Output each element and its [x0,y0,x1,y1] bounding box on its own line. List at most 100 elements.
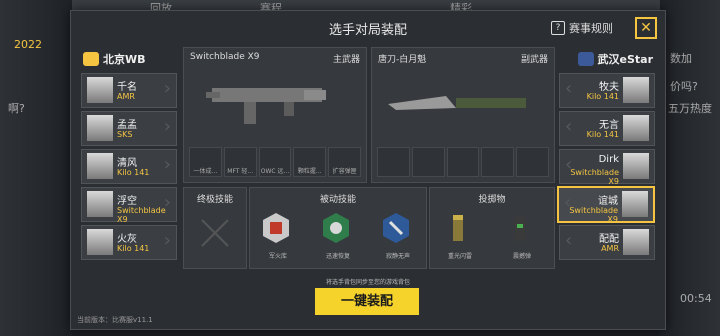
player-name: 谊城 [598,196,618,207]
bg-note-1: 价吗? [670,80,698,93]
player-weapon: AMR [117,92,135,101]
skill-silent[interactable]: 寂静无声 [382,212,414,260]
player-name: 配配 [599,234,619,245]
passive-title: 被动技能 [319,195,356,205]
player-right-3-selected[interactable]: 谊城 Switchblade X9 ‹ [557,186,655,224]
attachment-label: MFT 轻... [227,168,254,175]
concussion-grenade-icon [515,217,525,241]
team-right-name: 武汉eStar [597,53,654,66]
player-left-1[interactable]: 孟孟 SKS › [81,111,177,146]
loadout-modal: 选手对局装配 ? 赛事规则 ✕ 北京WB 千名 AMR › 孟孟 SKS › 清… [70,10,666,330]
empty-slot[interactable] [446,147,480,177]
skill-quick-recovery[interactable]: 迅速恢复 [322,212,354,260]
player-name: 孟孟 [117,120,137,131]
avatar [87,191,113,217]
player-weapon: AMR [601,244,619,253]
equip-all-button[interactable]: 一键装配 [315,288,419,315]
avatar [622,191,648,217]
player-name: 千名 [117,82,137,93]
player-weapon: Kilo 141 [117,244,150,253]
throwables-title: 投掷物 [478,195,506,205]
flash-grenade-icon [453,215,463,241]
empty-slot[interactable] [411,147,445,177]
skill-arsenal[interactable]: 军火库 [262,212,294,260]
knife-weapon-icon [388,96,526,110]
ultimate-skill-panel[interactable]: 终极技能 [183,187,247,269]
player-name: 牧夫 [599,82,619,93]
player-left-3[interactable]: 浮空 Switchblade X9 › [81,187,177,224]
avatar [623,115,649,141]
player-name: 火灰 [117,234,137,245]
player-right-0[interactable]: 牧夫 Kilo 141 ‹ [559,73,655,108]
attachment-slot[interactable]: 颗粒握... [293,147,327,177]
player-left-2[interactable]: 清风 Kilo 141 › [81,149,177,184]
primary-weapon-panel[interactable]: Switchblade X9 主武器 一体成... MFT 轻... OWC 远… [183,47,367,183]
recovery-icon [323,213,349,243]
skill-label: 寂静无声 [385,253,410,260]
close-icon[interactable]: ✕ [635,17,657,39]
rules-label: 赛事规则 [569,22,613,35]
secondary-slot-row [377,147,549,177]
player-name: 浮空 [117,196,137,207]
throwable-flash[interactable]: 重光闪雷 [444,212,476,260]
player-right-1[interactable]: 无言 Kilo 141 ‹ [559,111,655,146]
empty-slot[interactable] [516,147,549,177]
version-label: 当前版本：比赛服v11.1 [77,316,153,324]
player-name: Dirk [598,154,619,165]
primary-slot-label: 主武器 [332,55,360,65]
attachment-label: 颗粒握... [297,168,322,175]
attachment-slot[interactable]: 一体成... [189,147,222,177]
question-icon: ? [551,21,565,35]
secondary-weapon-name: 唐刀-白月魁 [378,55,427,65]
player-weapon: SKS [117,130,133,139]
bg-note-2: 五万热度 [668,102,712,115]
attachment-row: 一体成... MFT 轻... OWC 远... 颗粒握... 扩容弹匣 [189,147,361,177]
player-left-0[interactable]: 千名 AMR › [81,73,177,108]
avatar [87,153,113,179]
chevron-left-icon: ‹ [565,116,573,137]
attachment-slot[interactable]: 扩容弹匣 [328,147,361,177]
chevron-right-icon: › [163,154,171,175]
player-name: 无言 [599,120,619,131]
attachment-slot[interactable]: MFT 轻... [223,147,257,177]
secondary-weapon-panel[interactable]: 唐刀-白月魁 副武器 [371,47,555,183]
player-weapon: Kilo 141 [586,130,619,139]
empty-slot[interactable] [481,147,515,177]
equip-hint: 将选手背包同步至您的游戏背包 [325,279,410,286]
bg-time: 00:54 [680,292,712,305]
throwable-label: 震撼弹 [512,253,531,260]
player-left-4[interactable]: 火灰 Kilo 141 › [81,225,177,260]
bg-text-left: 啊? [8,102,25,115]
bg-note-0: 数加 [670,52,692,65]
attachment-label: 一体成... [193,168,218,175]
chevron-left-icon: ‹ [564,192,572,213]
arsenal-icon [263,213,289,243]
player-right-4[interactable]: 配配 AMR ‹ [559,225,655,260]
throwable-label: 重光闪雷 [447,253,472,260]
avatar [623,77,649,103]
chevron-right-icon: › [163,116,171,137]
team-left-header: 北京WB [83,49,146,69]
chevron-left-icon: ‹ [565,230,573,251]
throwables-panel: 投掷物 重光闪雷 震撼弹 [429,187,555,269]
wb-logo-icon [83,52,99,66]
avatar [623,229,649,255]
avatar [87,77,113,103]
attachment-label: OWC 远... [260,168,290,175]
team-right-header: 武汉eStar [577,49,654,69]
player-weapon: Kilo 141 [586,92,619,101]
passive-skill-panel: 被动技能 军火库 迅速恢复 寂静无声 [249,187,427,269]
throwable-concussion[interactable]: 震撼弹 [506,212,538,260]
silent-icon [383,213,409,243]
smg-weapon-icon [206,88,326,124]
attachment-label: 扩容弹匣 [332,168,357,175]
chevron-right-icon: › [163,230,171,251]
empty-slot[interactable] [377,147,410,177]
attachment-slot[interactable]: OWC 远... [258,147,292,177]
chevron-right-icon: › [163,78,171,99]
player-right-2[interactable]: Dirk Switchblade X9 ‹ [559,149,655,186]
rules-link[interactable]: ? 赛事规则 [551,20,613,36]
avatar [623,153,649,179]
chevron-left-icon: ‹ [565,78,573,99]
skill-label: 迅速恢复 [325,253,350,260]
